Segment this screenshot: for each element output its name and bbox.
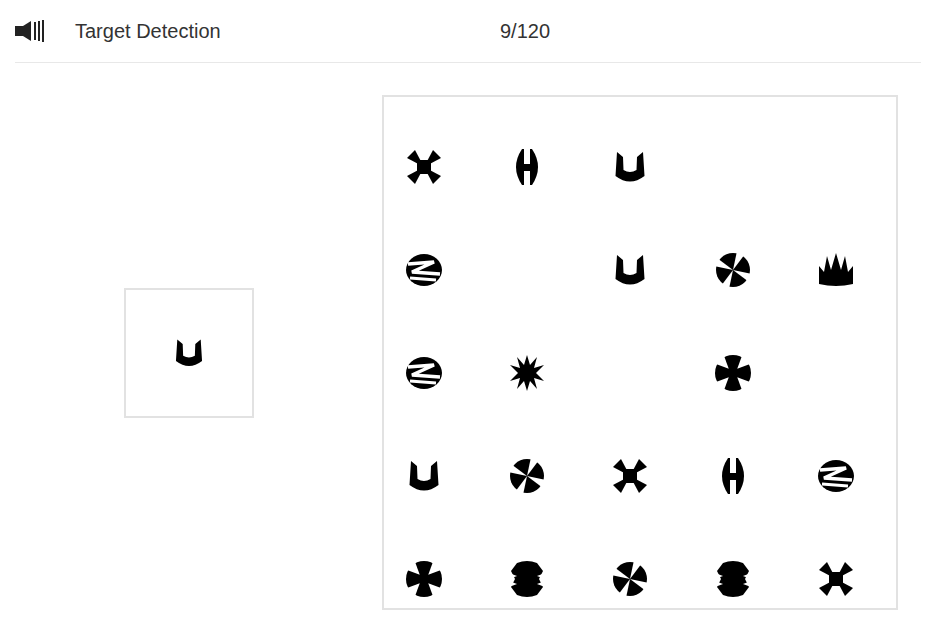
zigzag-icon[interactable] [816, 456, 856, 496]
grid-cell[interactable] [590, 446, 670, 506]
grid-cell[interactable] [487, 549, 567, 609]
header: Target Detection9/120 [15, 0, 921, 63]
grid-cell[interactable] [693, 343, 773, 403]
bug-icon[interactable] [507, 559, 547, 599]
bug-icon[interactable] [713, 559, 753, 599]
x-shape-icon[interactable] [610, 456, 650, 496]
u-shape-icon [171, 335, 207, 371]
pinwheel-icon[interactable] [507, 456, 547, 496]
cross-icon[interactable] [404, 559, 444, 599]
grid-cell[interactable] [796, 446, 876, 506]
grid-cell [693, 137, 773, 197]
grid-cell [796, 343, 876, 403]
zigzag-icon[interactable] [404, 250, 444, 290]
empty-cell [713, 147, 753, 187]
empty-cell [507, 250, 547, 290]
zigzag-icon[interactable] [404, 353, 444, 393]
search-panel [382, 95, 898, 610]
grid-cell[interactable] [590, 240, 670, 300]
grid-cell[interactable] [487, 343, 567, 403]
grid-cell[interactable] [693, 549, 773, 609]
grid-cell[interactable] [384, 446, 464, 506]
grid-cell [590, 343, 670, 403]
u-shape-icon[interactable] [404, 456, 444, 496]
grid-cell[interactable] [796, 549, 876, 609]
speaker-icon[interactable] [15, 19, 45, 43]
empty-cell [610, 353, 650, 393]
grid-cell[interactable] [796, 240, 876, 300]
u-shape-icon[interactable] [610, 250, 650, 290]
grid-cell[interactable] [693, 240, 773, 300]
grid-cell[interactable] [384, 240, 464, 300]
grid-cell [487, 240, 567, 300]
content [0, 63, 936, 610]
u-shape-icon[interactable] [610, 147, 650, 187]
x-shape-icon[interactable] [404, 147, 444, 187]
x-shape-icon[interactable] [816, 559, 856, 599]
grid-cell[interactable] [590, 549, 670, 609]
h-shape-icon[interactable] [713, 456, 753, 496]
grid-cell[interactable] [384, 549, 464, 609]
grid-cell[interactable] [487, 137, 567, 197]
app: Target Detection9/120 [0, 0, 936, 634]
starburst-icon[interactable] [507, 353, 547, 393]
target-area [0, 95, 382, 610]
empty-cell [816, 353, 856, 393]
grid-cell[interactable] [590, 137, 670, 197]
grid-cell[interactable] [693, 446, 773, 506]
cross-icon[interactable] [713, 353, 753, 393]
h-shape-icon[interactable] [507, 147, 547, 187]
grid-cell [796, 137, 876, 197]
trial-counter: 9/120 [500, 16, 550, 46]
target-box [124, 288, 254, 418]
pinwheel-icon[interactable] [610, 559, 650, 599]
grid-cell[interactable] [384, 137, 464, 197]
grid-cell[interactable] [384, 343, 464, 403]
empty-cell [816, 147, 856, 187]
pinwheel-icon[interactable] [713, 250, 753, 290]
crown-icon[interactable] [816, 250, 856, 290]
grid-cell[interactable] [487, 446, 567, 506]
title: Target Detection [75, 16, 500, 46]
